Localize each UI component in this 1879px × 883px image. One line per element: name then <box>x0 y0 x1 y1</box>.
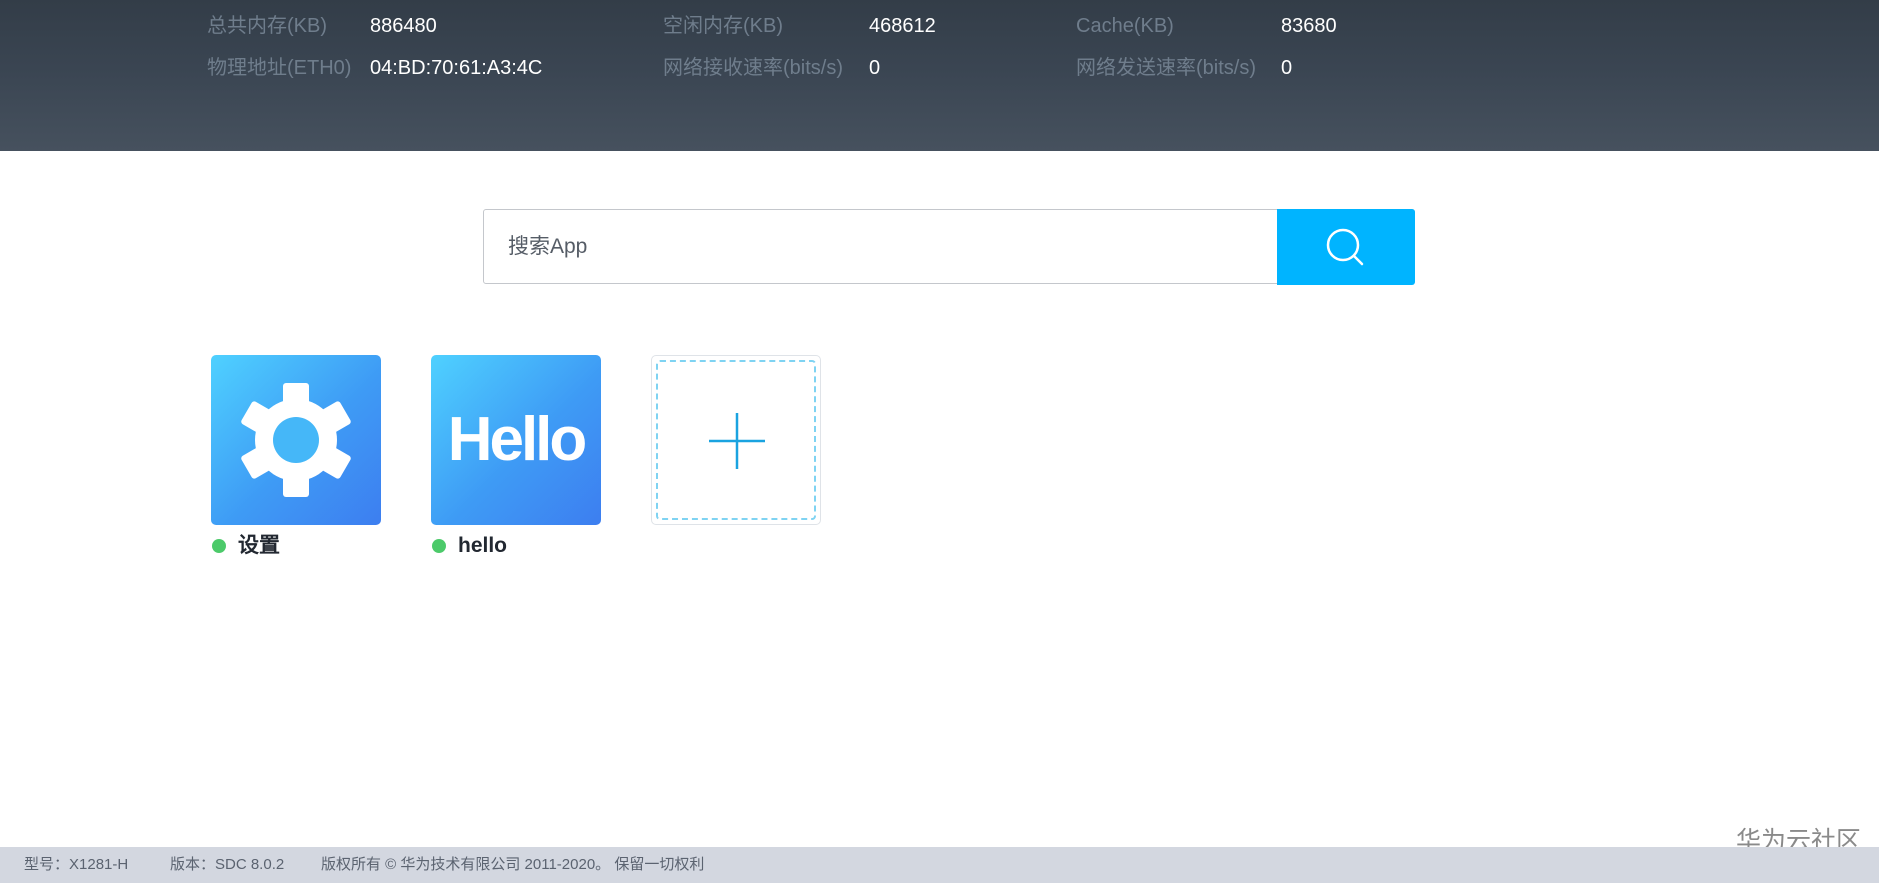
app-name: 设置 <box>238 534 280 557</box>
app-tile-settings[interactable]: 设置 <box>211 355 381 560</box>
stat-label: 物理地址(ETH0) <box>207 57 352 79</box>
hello-icon: Hello <box>447 405 588 474</box>
app-tile-hello[interactable]: Hello hello <box>431 355 601 560</box>
plus-icon <box>709 413 765 469</box>
footer-version: 版本：SDC 8.0.2 <box>170 856 285 873</box>
stat-label: 网络接收速率(bits/s) <box>663 57 843 79</box>
add-app-button[interactable] <box>651 355 821 525</box>
stat-value: 83680 <box>1281 15 1337 37</box>
stat-value: 0 <box>1281 57 1293 79</box>
footer: 型号：X1281-H 版本：SDC 8.0.2 版权所有 © 华为技术有限公司 … <box>0 847 1879 883</box>
gear-icon <box>241 383 351 497</box>
app-icon[interactable]: Hello <box>431 355 601 525</box>
status-indicator <box>212 539 226 553</box>
app-name: hello <box>458 534 508 557</box>
search-button[interactable] <box>1277 209 1415 285</box>
status-indicator <box>432 539 446 553</box>
search-icon <box>1326 228 1364 266</box>
search-input[interactable] <box>484 210 1278 283</box>
stat-value: 04:BD:70:61:A3:4C <box>370 57 543 79</box>
stat-value: 468612 <box>869 15 936 37</box>
footer-copyright: 版权所有 © 华为技术有限公司 2011-2020。 保留一切权利 <box>321 856 705 873</box>
app-icon[interactable] <box>211 355 381 525</box>
footer-model: 型号：X1281-H <box>24 856 129 873</box>
device-stats-header: 总共内存(KB) 886480 空闲内存(KB) 468612 Cache(KB… <box>0 0 1879 151</box>
stat-value: 0 <box>869 57 881 79</box>
search-box <box>483 209 1415 284</box>
stat-label: Cache(KB) <box>1076 15 1174 37</box>
stat-label: 空闲内存(KB) <box>663 15 783 37</box>
stat-label: 网络发送速率(bits/s) <box>1076 57 1256 79</box>
stat-value: 886480 <box>370 15 437 37</box>
stat-label: 总共内存(KB) <box>207 15 327 37</box>
